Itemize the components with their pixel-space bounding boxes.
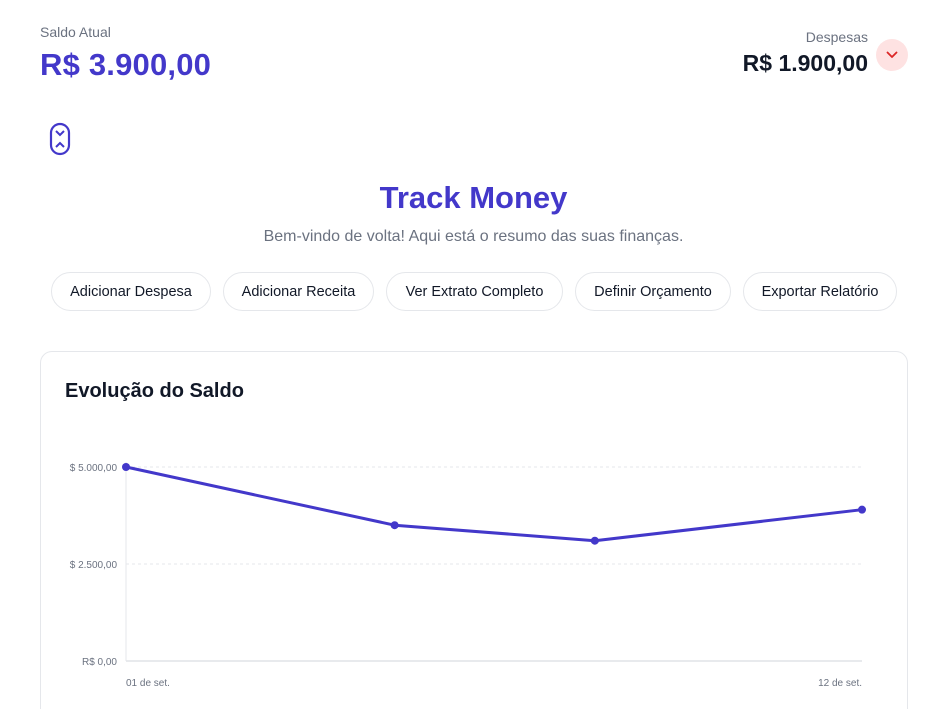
- app-title: Track Money: [379, 180, 568, 215]
- add-expense-button[interactable]: Adicionar Despesa: [51, 272, 211, 311]
- y-tick-label: $ 5.000,00: [70, 463, 118, 474]
- expense-value: R$ 1.900,00: [742, 50, 868, 76]
- expense-toggle-button[interactable]: [876, 39, 908, 71]
- expense-label: Despesas: [805, 29, 868, 45]
- wallet-icon: [49, 122, 71, 156]
- data-point: [390, 521, 399, 530]
- data-point: [858, 505, 866, 514]
- app-subtitle: Bem-vindo de volta! Aqui está o resumo d…: [263, 228, 684, 245]
- data-point: [122, 463, 130, 471]
- series-line: [124, 465, 864, 543]
- x-tick-label: 01 de set.: [126, 678, 170, 689]
- balance-chart-card: Evolução do Saldo $ 5.000,00 $ 2.500,00 R$…: [40, 351, 908, 709]
- add-income-button[interactable]: Adicionar Receita: [223, 272, 374, 311]
- export-report-button[interactable]: Exportar Relatório: [743, 272, 897, 311]
- balance-label: Saldo Atual: [40, 24, 111, 40]
- chevron-down-icon: [886, 51, 898, 58]
- y-tick-label: R$ 0,00: [82, 657, 117, 668]
- balance-summary: Saldo Atual R$ 3.900,00: [40, 24, 211, 83]
- balance-value: R$ 3.900,00: [40, 47, 212, 82]
- balance-line-chart: $ 5.000,00 $ 2.500,00 R$ 0,00 01 de set. 12 …: [70, 462, 866, 689]
- set-budget-button[interactable]: Definir Orçamento: [575, 272, 731, 311]
- y-tick-label: $ 2.500,00: [70, 560, 118, 571]
- x-tick-label: 12 de set.: [818, 678, 862, 689]
- data-point: [590, 536, 599, 545]
- view-statement-button[interactable]: Ver Extrato Completo: [386, 272, 563, 311]
- expense-summary: Despesas R$ 1.900,00: [743, 29, 868, 77]
- quick-actions: Adicionar Despesa Adicionar Receita Ver …: [0, 272, 947, 312]
